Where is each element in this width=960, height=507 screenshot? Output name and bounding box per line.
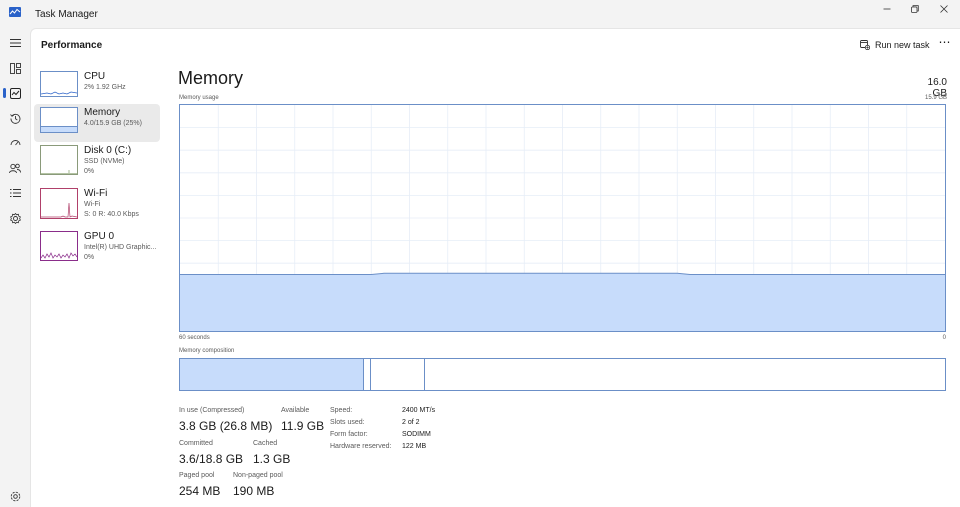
non-paged-pool-value: 190 MB [233, 484, 275, 498]
minimize-button[interactable] [872, 0, 902, 18]
device-name: Memory [84, 107, 121, 118]
cached-label: Cached [253, 440, 278, 447]
hamburger-icon [9, 39, 21, 47]
startup-apps-icon [10, 139, 20, 145]
performance-icon [9, 87, 21, 99]
device-item-gpu[interactable]: GPU 0 Intel(R) UHD Graphic... 0% [34, 228, 160, 266]
nav-performance[interactable] [3, 83, 25, 103]
more-options-button[interactable]: ⋯ [936, 35, 954, 51]
available-value: 11.9 GB [281, 419, 325, 433]
minimize-icon [883, 8, 891, 10]
composition-standby [371, 359, 425, 390]
memory-usage-graph [179, 104, 946, 332]
nav-app-history[interactable] [5, 108, 25, 128]
committed-label: Committed [179, 440, 213, 447]
in-use-value: 3.8 GB (26.8 MB) [179, 419, 273, 433]
nav-menu-button[interactable] [5, 33, 25, 53]
cpu-thumbnail-graph [40, 71, 78, 97]
spec-hardware-reserved-label: Hardware reserved: [330, 443, 392, 450]
device-name: Disk 0 (C:) [84, 145, 132, 156]
spec-hardware-reserved-value: 122 MB [402, 443, 427, 450]
device-detail: 2% 1.92 GHz [84, 84, 126, 91]
graph-axis-end: 0 [942, 335, 946, 341]
gpu-thumbnail-graph [40, 231, 78, 261]
settings-icon [10, 491, 20, 501]
window-title: Task Manager [35, 9, 98, 20]
main-pane: Performance Run new task ⋯ CPU 2% 1.92 G… [30, 28, 960, 507]
task-manager-logo-icon [9, 7, 21, 17]
nav-users[interactable] [5, 158, 25, 178]
device-detail: 4.0/15.9 GB (25%) [84, 120, 142, 127]
spec-speed-label: Speed: [330, 407, 353, 414]
nav-settings[interactable] [5, 486, 25, 506]
memory-thumbnail-graph [40, 107, 78, 133]
run-task-icon [860, 40, 870, 50]
nav-startup-apps[interactable] [5, 133, 25, 153]
cached-value: 1.3 GB [253, 452, 291, 466]
device-item-disk[interactable]: Disk 0 (C:) SSD (NVMe) 0% [34, 142, 160, 180]
memory-usage-max: 15.9 GB [924, 95, 947, 101]
committed-value: 3.6/18.8 GB [179, 452, 244, 466]
composition-free [424, 359, 945, 390]
non-paged-pool-label: Non-paged pool [233, 472, 283, 479]
disk-thumbnail-graph [40, 145, 78, 175]
page-title: Performance [41, 40, 103, 51]
spec-slots-label: Slots used: [330, 419, 365, 426]
close-icon [940, 5, 948, 13]
app-history-icon [9, 113, 20, 124]
device-usage: S: 0 R: 40.0 Kbps [84, 211, 139, 218]
wifi-thumbnail-graph [40, 188, 78, 219]
restore-icon [911, 5, 919, 13]
available-label: Available [281, 407, 310, 414]
memory-composition-label: Memory composition [179, 348, 235, 354]
device-detail: SSD (NVMe) [84, 158, 125, 165]
in-use-label: In use (Compressed) [179, 407, 245, 414]
device-name: Wi-Fi [84, 188, 108, 199]
memory-usage-area [180, 273, 945, 331]
memory-composition-bar [179, 358, 946, 391]
composition-in-use [180, 359, 364, 390]
device-name: CPU [84, 71, 106, 82]
restore-button[interactable] [900, 0, 930, 18]
device-usage: 0% [84, 254, 95, 261]
services-icon [9, 212, 21, 224]
run-new-task-label: Run new task [875, 40, 930, 50]
nav-details[interactable] [5, 183, 25, 203]
memory-usage-label: Memory usage [179, 95, 219, 101]
processes-icon [9, 62, 21, 74]
users-icon [9, 163, 21, 173]
close-button[interactable] [929, 0, 959, 18]
device-item-wifi[interactable]: Wi-Fi Wi-Fi S: 0 R: 40.0 Kbps [34, 185, 160, 223]
device-item-memory[interactable]: Memory 4.0/15.9 GB (25%) [34, 104, 160, 142]
memory-heading: Memory [178, 68, 244, 88]
spec-form-factor-label: Form factor: [330, 431, 368, 438]
device-usage: 0% [84, 168, 95, 175]
more-options-icon: ⋯ [938, 35, 952, 49]
title-bar: Task Manager [0, 0, 960, 28]
nav-processes[interactable] [5, 58, 25, 78]
spec-slots-value: 2 of 2 [402, 419, 420, 426]
device-detail: Wi-Fi [84, 201, 101, 208]
paged-pool-label: Paged pool [179, 472, 215, 479]
paged-pool-value: 254 MB [179, 484, 221, 498]
spec-form-factor-value: SODIMM [402, 431, 431, 438]
details-icon [9, 189, 21, 197]
device-detail: Intel(R) UHD Graphic... [84, 244, 157, 251]
device-name: GPU 0 [84, 231, 115, 242]
spec-speed-value: 2400 MT/s [402, 407, 436, 414]
device-item-cpu[interactable]: CPU 2% 1.92 GHz [34, 68, 160, 106]
run-new-task-button[interactable]: Run new task [860, 37, 930, 53]
nav-services[interactable] [5, 208, 25, 228]
graph-axis-start: 60 seconds [179, 335, 210, 341]
navigation-rail [0, 28, 30, 507]
composition-modified [363, 359, 372, 390]
